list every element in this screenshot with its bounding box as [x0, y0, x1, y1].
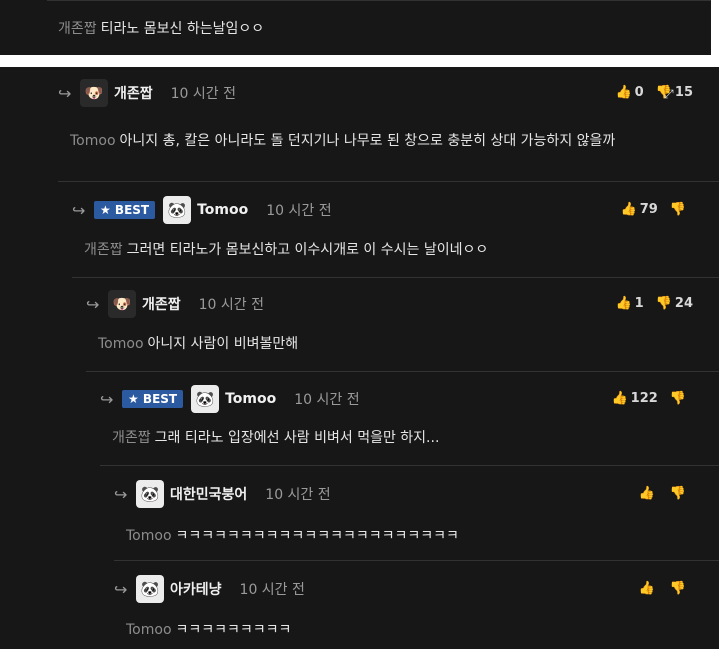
thumbs-up-icon: 👍	[615, 85, 632, 100]
mention[interactable]: 개존짭	[84, 242, 123, 258]
thumbs-down-icon: 👎	[669, 391, 686, 406]
comment-body: Tomoo ㅋㅋㅋㅋㅋㅋㅋㅋㅋ	[126, 619, 291, 642]
timestamp: 10 시간 전	[198, 297, 264, 313]
divider	[58, 181, 719, 182]
comment-text: 아니지 총, 칼은 아니라도 돌 던지기나 나무로 된 창으로 충분히 상대 가…	[119, 133, 616, 149]
comment-text: ㅋㅋㅋㅋㅋㅋㅋㅋㅋ	[175, 622, 292, 638]
comment: ↪ 🐼 대한민국붕어 10 시간 전 👍 👎 Tomoo ㅋㅋㅋㅋㅋㅋㅋㅋㅋㅋㅋㅋ…	[114, 476, 719, 560]
like-button[interactable]: 👍 122	[611, 391, 657, 406]
avatar[interactable]: 🐼	[136, 575, 164, 603]
mention[interactable]: 개존짭	[112, 430, 151, 446]
thumbs-down-icon: 👎	[655, 296, 672, 311]
like-count: 1	[634, 296, 644, 311]
dislike-button[interactable]: 👎	[670, 202, 689, 217]
vote-group: 👍 👎	[627, 486, 689, 501]
thumbs-up-icon: 👍	[615, 296, 632, 311]
comment: ↪ 🐶 개존짭 10 시간 전 👍 0 👎 15 Tomoo 아니지 총, 칼은 아니…	[58, 75, 719, 181]
author-name[interactable]: 개존짭	[114, 83, 153, 103]
comment-body: 개존짭 그래 티라노 입장에선 사람 비벼서 먹을만 하지...	[112, 427, 439, 450]
mention[interactable]: Tomoo	[126, 528, 172, 544]
divider	[72, 277, 719, 278]
comment: ↪ 🐶 개존짭 10 시간 전 👍 1 👎 24 Tomoo 아니지 사람이 비벼볼만…	[86, 286, 719, 371]
previous-comment-panel: 개존짭 티라노 몸보신 하는날임ㅇㅇ	[0, 0, 711, 55]
divider	[114, 560, 719, 561]
mention[interactable]: Tomoo	[70, 133, 116, 149]
reply-arrow-icon: ↪	[114, 579, 128, 599]
like-count: 122	[630, 391, 658, 406]
like-count: 0	[634, 85, 644, 100]
reply-arrow-icon: ↪	[72, 200, 86, 220]
mention[interactable]: Tomoo	[98, 336, 144, 352]
comment: ↪ 🐼 아카테냥 10 시간 전 👍 👎 Tomoo ㅋㅋㅋㅋㅋㅋㅋㅋㅋ	[114, 571, 719, 649]
timestamp: 10 시간 전	[265, 487, 331, 503]
like-count: 79	[639, 202, 658, 217]
like-button[interactable]: 👍 79	[621, 202, 658, 217]
avatar[interactable]: 🐶	[80, 79, 108, 107]
thumbs-down-icon: 👎	[669, 486, 686, 501]
comment-text: 그래 티라노 입장에선 사람 비벼서 먹을만 하지...	[154, 430, 440, 446]
avatar[interactable]: 🐶	[108, 290, 136, 318]
divider	[86, 371, 719, 372]
thumbs-up-icon: 👍	[638, 581, 655, 596]
vote-group: 👍 122 👎	[599, 391, 689, 406]
like-button[interactable]: 👍	[639, 486, 658, 501]
timestamp: 10 시간 전	[239, 582, 305, 598]
reply-arrow-icon: ↪	[114, 484, 128, 504]
vote-group: 👍 0 👎 15	[603, 85, 693, 100]
comment-text: 티라노 몸보신 하는날임ㅇㅇ	[100, 21, 265, 37]
like-button[interactable]: 👍 0	[615, 85, 643, 100]
reply-arrow-icon: ↪	[86, 294, 100, 314]
divider	[100, 465, 719, 466]
like-button[interactable]: 👍	[639, 581, 658, 596]
dislike-button[interactable]: 👎	[670, 581, 689, 596]
thumbs-up-icon: 👍	[638, 486, 655, 501]
thumbs-up-icon: 👍	[620, 202, 637, 217]
author-name[interactable]: 개존짭	[142, 294, 181, 314]
comment-body: Tomoo ㅋㅋㅋㅋㅋㅋㅋㅋㅋㅋㅋㅋㅋㅋㅋㅋㅋㅋㅋㅋㅋㅋ	[126, 525, 459, 548]
dislike-button[interactable]: 👎 24	[656, 296, 693, 311]
timestamp: 10 시간 전	[294, 392, 360, 408]
dislike-button[interactable]: 👎 15	[656, 85, 693, 100]
vote-group: 👍 1 👎 24	[603, 296, 693, 311]
reply-arrow-icon: ↪	[100, 389, 114, 409]
author-name[interactable]: 대한민국붕어	[170, 484, 247, 504]
dislike-count: 24	[674, 296, 693, 311]
mention[interactable]: 개존짭	[58, 21, 97, 37]
comment: ↪ ★ BEST 🐼 Tomoo 10 시간 전 👍 122 👎 개존짭 그래 티라…	[100, 381, 719, 465]
comment-text: 아니지 사람이 비벼볼만해	[147, 336, 299, 352]
dislike-count: 15	[674, 85, 693, 100]
dislike-button[interactable]: 👎	[670, 391, 689, 406]
vote-group: 👍 79 👎	[609, 202, 689, 217]
avatar[interactable]: 🐼	[163, 196, 192, 224]
reply-arrow-icon: ↪	[58, 83, 72, 103]
vote-group: 👍 👎	[627, 581, 689, 596]
timestamp: 10 시간 전	[170, 86, 236, 102]
dislike-button[interactable]: 👎	[670, 486, 689, 501]
timestamp: 10 시간 전	[266, 203, 332, 219]
comment-thread: ↪ 🐶 개존짭 10 시간 전 👍 0 👎 15 Tomoo 아니지 총, 칼은 아니…	[0, 67, 719, 649]
best-badge: ★ BEST	[122, 390, 184, 408]
thumbs-down-icon: 👎	[669, 202, 686, 217]
comment-text: ㅋㅋㅋㅋㅋㅋㅋㅋㅋㅋㅋㅋㅋㅋㅋㅋㅋㅋㅋㅋㅋㅋ	[175, 528, 459, 544]
mention[interactable]: Tomoo	[126, 622, 172, 638]
divider	[47, 0, 711, 1]
expand-icon[interactable]: ⤢	[664, 87, 674, 102]
thumbs-down-icon: 👎	[669, 581, 686, 596]
author-name[interactable]: 아카테냥	[170, 579, 222, 599]
author-name[interactable]: Tomoo	[225, 391, 276, 407]
comment-body: Tomoo 아니지 총, 칼은 아니라도 돌 던지기나 나무로 된 창으로 충분히…	[70, 130, 690, 153]
comment-body: 개존짭 그러면 티라노가 몸보신하고 이수시개로 이 수시는 날이네ㅇㅇ	[84, 239, 488, 262]
best-badge: ★ BEST	[94, 201, 156, 219]
avatar[interactable]: 🐼	[136, 480, 164, 508]
comment: ↪ ★ BEST 🐼 Tomoo 10 시간 전 👍 79 👎 개존짭 그러면 티라…	[72, 192, 719, 277]
comment-body: 개존짭 티라노 몸보신 하는날임ㅇㅇ	[58, 18, 264, 41]
thumbs-up-icon: 👍	[611, 391, 628, 406]
comment-body: Tomoo 아니지 사람이 비벼볼만해	[98, 333, 298, 356]
like-button[interactable]: 👍 1	[615, 296, 643, 311]
avatar[interactable]: 🐼	[191, 385, 220, 413]
comment-text: 그러면 티라노가 몸보신하고 이수시개로 이 수시는 날이네ㅇㅇ	[126, 242, 489, 258]
author-name[interactable]: Tomoo	[197, 202, 248, 218]
